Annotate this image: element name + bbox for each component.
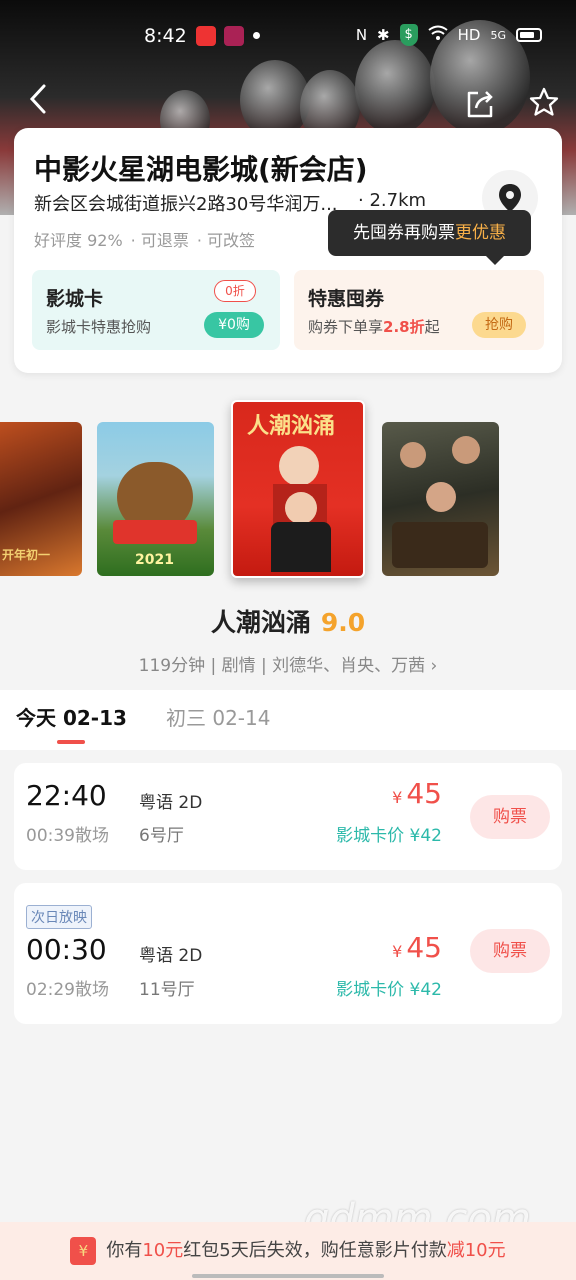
next-day-badge: 次日放映 [26, 905, 92, 929]
poster-caption: 开年初一 [2, 548, 51, 562]
price-value: 45 [406, 777, 442, 810]
ticket-price: ¥45 [392, 777, 442, 810]
favorite-star-button[interactable] [528, 86, 560, 118]
tab-today[interactable]: 今天 02-13 [16, 702, 127, 731]
start-time: 22:40 [26, 779, 107, 812]
movie-score: 9.0 [320, 608, 366, 637]
hall-number: 6号厅 [139, 826, 184, 846]
coupon-tooltip: 先囤券再购票更优惠 [328, 210, 531, 265]
coupon-promo[interactable]: 特惠囤券 购券下单享2.8折起 抢购 [294, 270, 544, 350]
hall-number: 11号厅 [139, 980, 195, 1000]
status-time: 8:42 [144, 25, 187, 47]
nfc-icon: N [355, 26, 368, 44]
promo-title: 特惠囤券 [308, 288, 385, 310]
tooltip-highlight: 更优惠 [455, 223, 506, 243]
poster-caption: 人潮汹涌 [247, 414, 336, 439]
bluetooth-icon: ✱ [377, 26, 390, 44]
cinema-card-price: 影城卡价 ¥42 [336, 826, 442, 846]
banner-discount: 减10元 [446, 1240, 506, 1261]
promo-subtitle: 购券下单享2.8折起 [308, 316, 440, 337]
promo-subtitle-prefix: 购券下单享 [308, 318, 384, 336]
movie-poster[interactable] [382, 422, 499, 576]
network-hd-label: HD [457, 26, 481, 44]
wifi-icon [428, 25, 448, 45]
selected-movie-title: 人潮汹涌 9.0 [0, 603, 576, 639]
active-tab-indicator [57, 740, 85, 744]
home-indicator[interactable] [192, 1274, 384, 1278]
cinema-name: 中影火星湖电影城(新会店) [34, 153, 368, 186]
battery-icon [516, 28, 542, 42]
ticket-price: ¥45 [392, 931, 442, 964]
cinema-info-card: 中影火星湖电影城(新会店) 新会区会城街道振兴2路30号华润万... · 2.7… [14, 128, 562, 373]
changeable-tag: · 可改签 [196, 231, 256, 250]
red-packet-banner[interactable]: ¥ 你有10元红包5天后失效，购任意影片付款减10元 [0, 1222, 576, 1280]
cinema-distance: · 2.7km [358, 190, 427, 211]
banner-amount: 10元 [142, 1240, 184, 1261]
security-shield-icon: $ [399, 24, 418, 46]
app-notification-icon [196, 26, 216, 46]
promo-title: 影城卡 [46, 288, 104, 310]
red-packet-icon: ¥ [70, 1237, 97, 1265]
cinema-tags: 好评度 92% · 可退票 · 可改签 [34, 227, 255, 251]
banner-middle: 红包5天后失效，购任意影片付款 [183, 1240, 447, 1261]
cinema-card-price: 影城卡价 ¥42 [336, 980, 442, 1000]
language-format: 粤语 2D [139, 793, 203, 813]
movie-poster-selected[interactable]: 人潮汹涌 [231, 400, 365, 578]
buy-ticket-button[interactable]: 购票 [470, 929, 550, 973]
share-button[interactable] [464, 88, 496, 120]
cinema-card-promo[interactable]: 影城卡 影城卡特惠抢购 0折 ¥0购 [32, 270, 280, 350]
movie-meta-link[interactable]: 119分钟 | 剧情 | 刘德华、肖央、万茜 › [0, 651, 576, 676]
promo-subtitle: 影城卡特惠抢购 [46, 318, 152, 336]
grab-coupon-button[interactable]: 抢购 [472, 312, 526, 338]
promo-discount-text: 2.8折 [383, 318, 425, 336]
cinema-address[interactable]: 新会区会城街道振兴2路30号华润万... [34, 190, 364, 216]
start-time: 00:30 [26, 933, 107, 966]
currency-symbol: ¥ [392, 788, 403, 807]
buy-cinema-card-button[interactable]: ¥0购 [204, 312, 264, 338]
end-time: 02:29散场 [26, 980, 109, 1000]
movie-poster[interactable]: 2021 [97, 422, 214, 576]
showtime-card[interactable]: 次日放映 00:30 02:29散场 粤语 2D 11号厅 ¥45 影城卡价 ¥… [14, 883, 562, 1024]
banner-prefix: 你有 [106, 1240, 143, 1261]
date-tabs: 今天 02-13 初三 02-14 [0, 690, 576, 750]
discount-badge: 0折 [214, 280, 256, 302]
movie-title-text: 人潮汹涌 [210, 608, 311, 637]
currency-symbol: ¥ [392, 942, 403, 961]
buy-ticket-button[interactable]: 购票 [470, 795, 550, 839]
rating-tag: 好评度 92% [34, 231, 123, 250]
poster-caption: 2021 [135, 552, 174, 568]
back-button[interactable] [22, 82, 56, 116]
language-format: 粤语 2D [139, 946, 203, 966]
refundable-tag: · 可退票 [130, 231, 189, 250]
showtime-card[interactable]: 22:40 00:39散场 粤语 2D 6号厅 ¥45 影城卡价 ¥42 购票 [14, 763, 562, 870]
end-time: 00:39散场 [26, 826, 109, 846]
movie-poster[interactable]: 开年初一 [0, 422, 82, 576]
tooltip-text: 先囤券再购票 [353, 223, 455, 243]
tab-tomorrow[interactable]: 初三 02-14 [166, 702, 270, 731]
status-bar: 8:42 N ✱ $ HD 5G [0, 0, 576, 72]
signal-5g-label: 5G [490, 28, 506, 42]
app-notification-icon [224, 26, 244, 46]
promo-subtitle-suffix: 起 [424, 318, 440, 336]
price-value: 45 [406, 931, 442, 964]
more-notifications-icon [253, 32, 260, 39]
